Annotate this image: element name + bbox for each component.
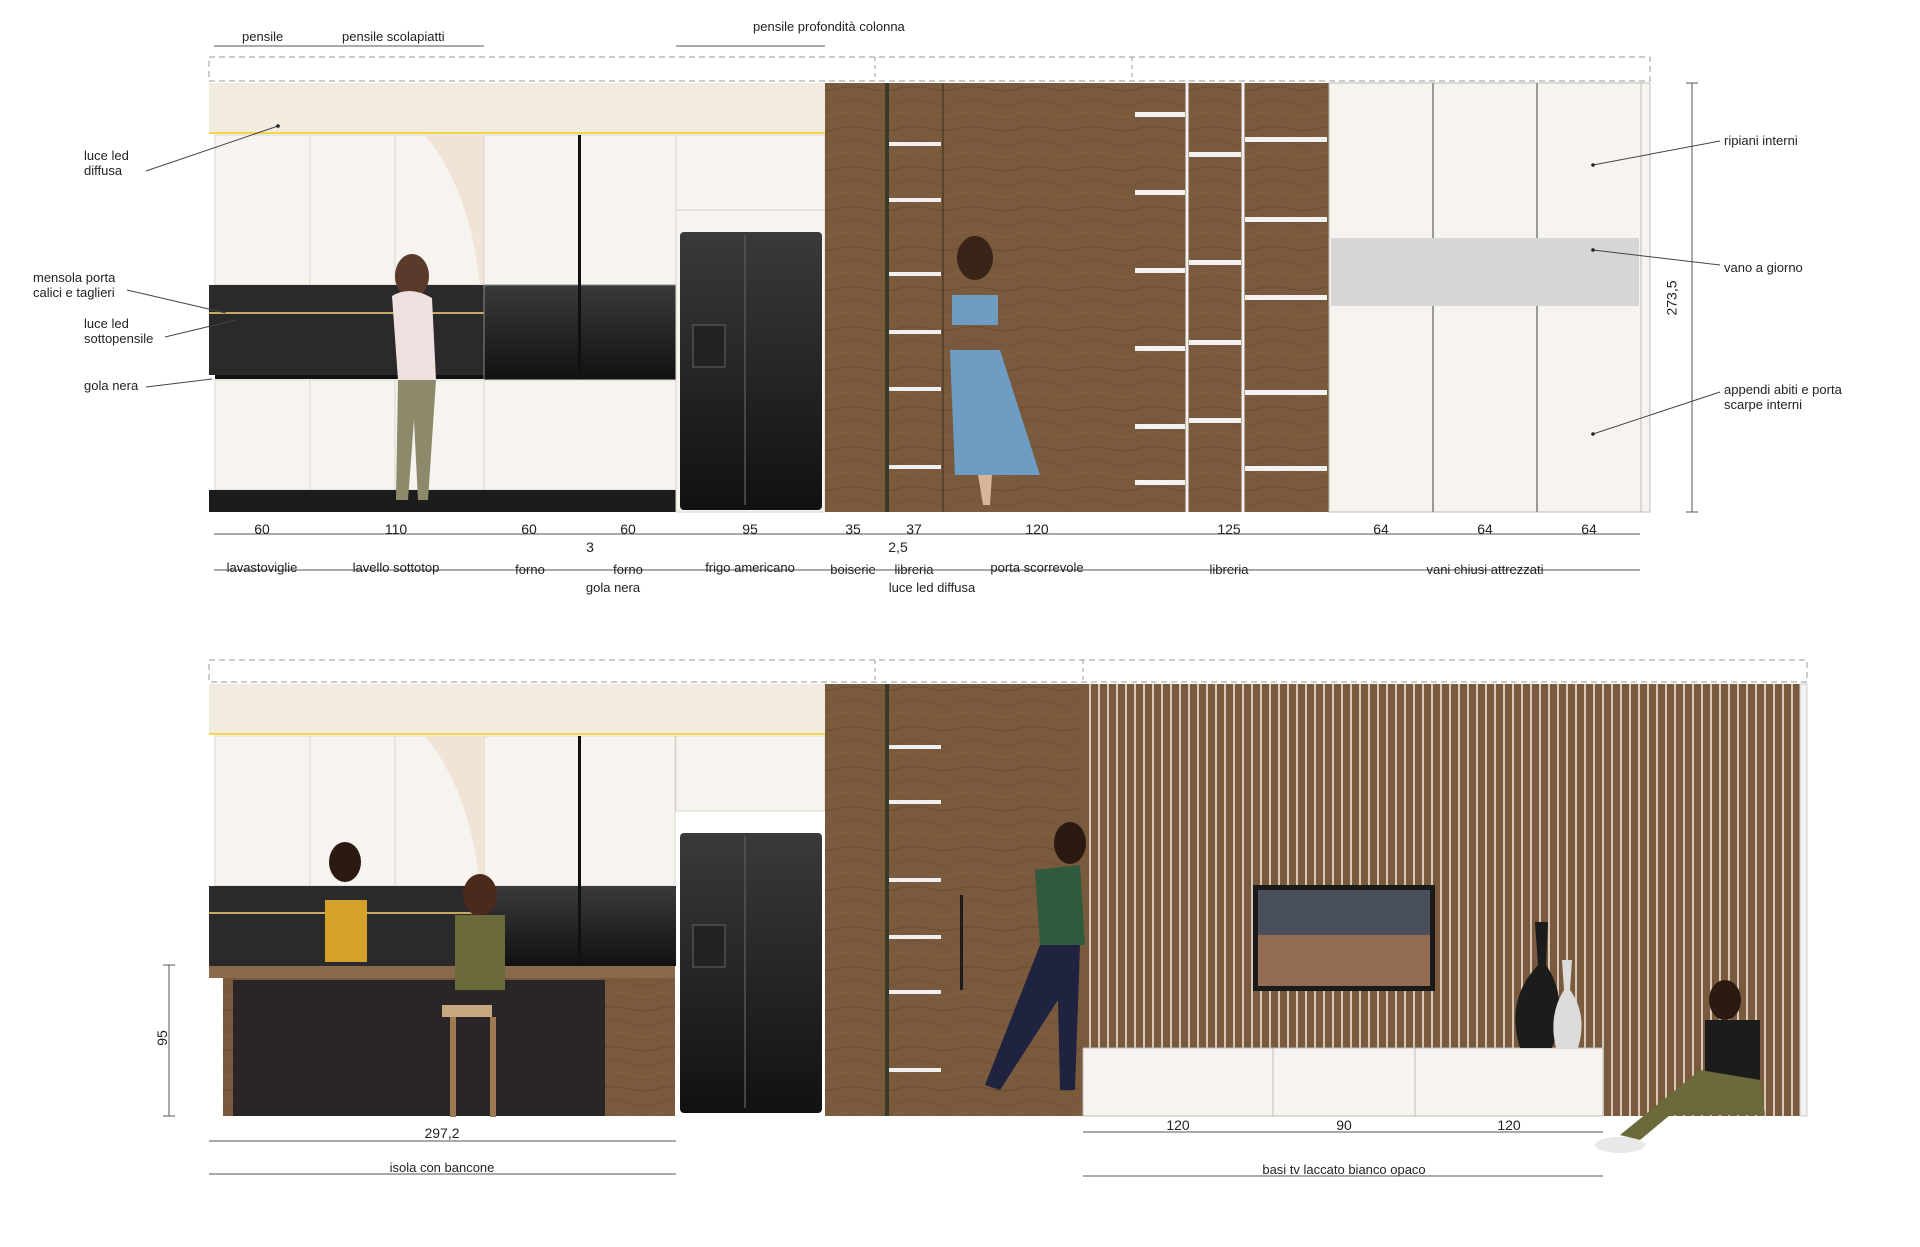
bottom-elevation: [163, 659, 1808, 1177]
name-lavello: lavello sottotop: [352, 560, 440, 575]
open-niche: [1331, 238, 1639, 306]
dim-64-b: 64: [1477, 521, 1493, 537]
dim-125: 125: [1217, 521, 1241, 537]
name-basi-tv: basi tv laccato bianco opaco: [1262, 1162, 1426, 1177]
dim-tv-90: 90: [1336, 1117, 1352, 1133]
note-gola-nera: gola nera: [84, 378, 139, 393]
dim-64-c: 64: [1581, 521, 1597, 537]
fridge: [680, 232, 822, 510]
name-luce-led: luce led diffusa: [888, 580, 976, 595]
dim-64-a: 64: [1373, 521, 1389, 537]
name-vani-chiusi: vani chiusi attrezzati: [1426, 562, 1544, 577]
boiserie: [825, 83, 885, 512]
label-pensile-profondita: pensile profondità colonna: [753, 19, 905, 34]
dim-297: 297,2: [424, 1125, 460, 1141]
dim-35: 35: [845, 521, 861, 537]
dim-95: 95: [742, 521, 758, 537]
dim-tv-120-b: 120: [1497, 1117, 1521, 1133]
elevation-drawing: [126, 45, 1808, 1177]
name-boiserie: boiserie: [830, 562, 876, 577]
note-appendi: appendi abiti e porta scarpe interni: [1724, 382, 1842, 412]
name-forno-a: forno: [515, 562, 545, 577]
dim-3: 3: [586, 539, 594, 555]
dim-tv-120-a: 120: [1166, 1117, 1190, 1133]
dim-60-c: 60: [620, 521, 636, 537]
dim-120: 120: [1025, 521, 1049, 537]
note-mensola: mensola porta calici e taglieri: [33, 270, 116, 300]
name-frigo: frigo americano: [705, 560, 795, 575]
dim-2-5: 2,5: [888, 539, 908, 555]
note-luce-led-diffusa: luce led diffusa: [84, 148, 129, 178]
name-porta-scorrevole: porta scorrevole: [990, 560, 1084, 575]
dim-110: 110: [384, 521, 408, 537]
dim-37: 37: [906, 521, 922, 537]
label-pensile-scolapiatti: pensile scolapiatti: [342, 29, 445, 44]
soffit: [209, 83, 825, 133]
name-lavastoviglie: lavastoviglie: [226, 560, 298, 575]
tv-bases: [1082, 1047, 1604, 1117]
name-isola: isola con bancone: [389, 1160, 495, 1175]
person-woman-island: [325, 842, 367, 962]
dim-60-a: 60: [254, 521, 270, 537]
backsplash: [209, 285, 484, 375]
dim-60-b: 60: [521, 521, 537, 537]
note-ripiani: ripiani interni: [1724, 133, 1798, 148]
name-libreria-a: libreria: [894, 562, 934, 577]
note-vano: vano a giorno: [1724, 260, 1803, 275]
name-forno-b: forno: [613, 562, 643, 577]
dim-height-bottom: 95: [153, 1030, 170, 1046]
dim-height-top: 273,5: [1663, 280, 1680, 316]
note-luce-sottopensile: luce led sottopensile: [84, 316, 154, 346]
label-pensile: pensile: [242, 29, 284, 44]
name-gola-nera: gola nera: [585, 580, 641, 595]
top-elevation: [126, 45, 1721, 571]
name-libreria-b: libreria: [1209, 562, 1249, 577]
